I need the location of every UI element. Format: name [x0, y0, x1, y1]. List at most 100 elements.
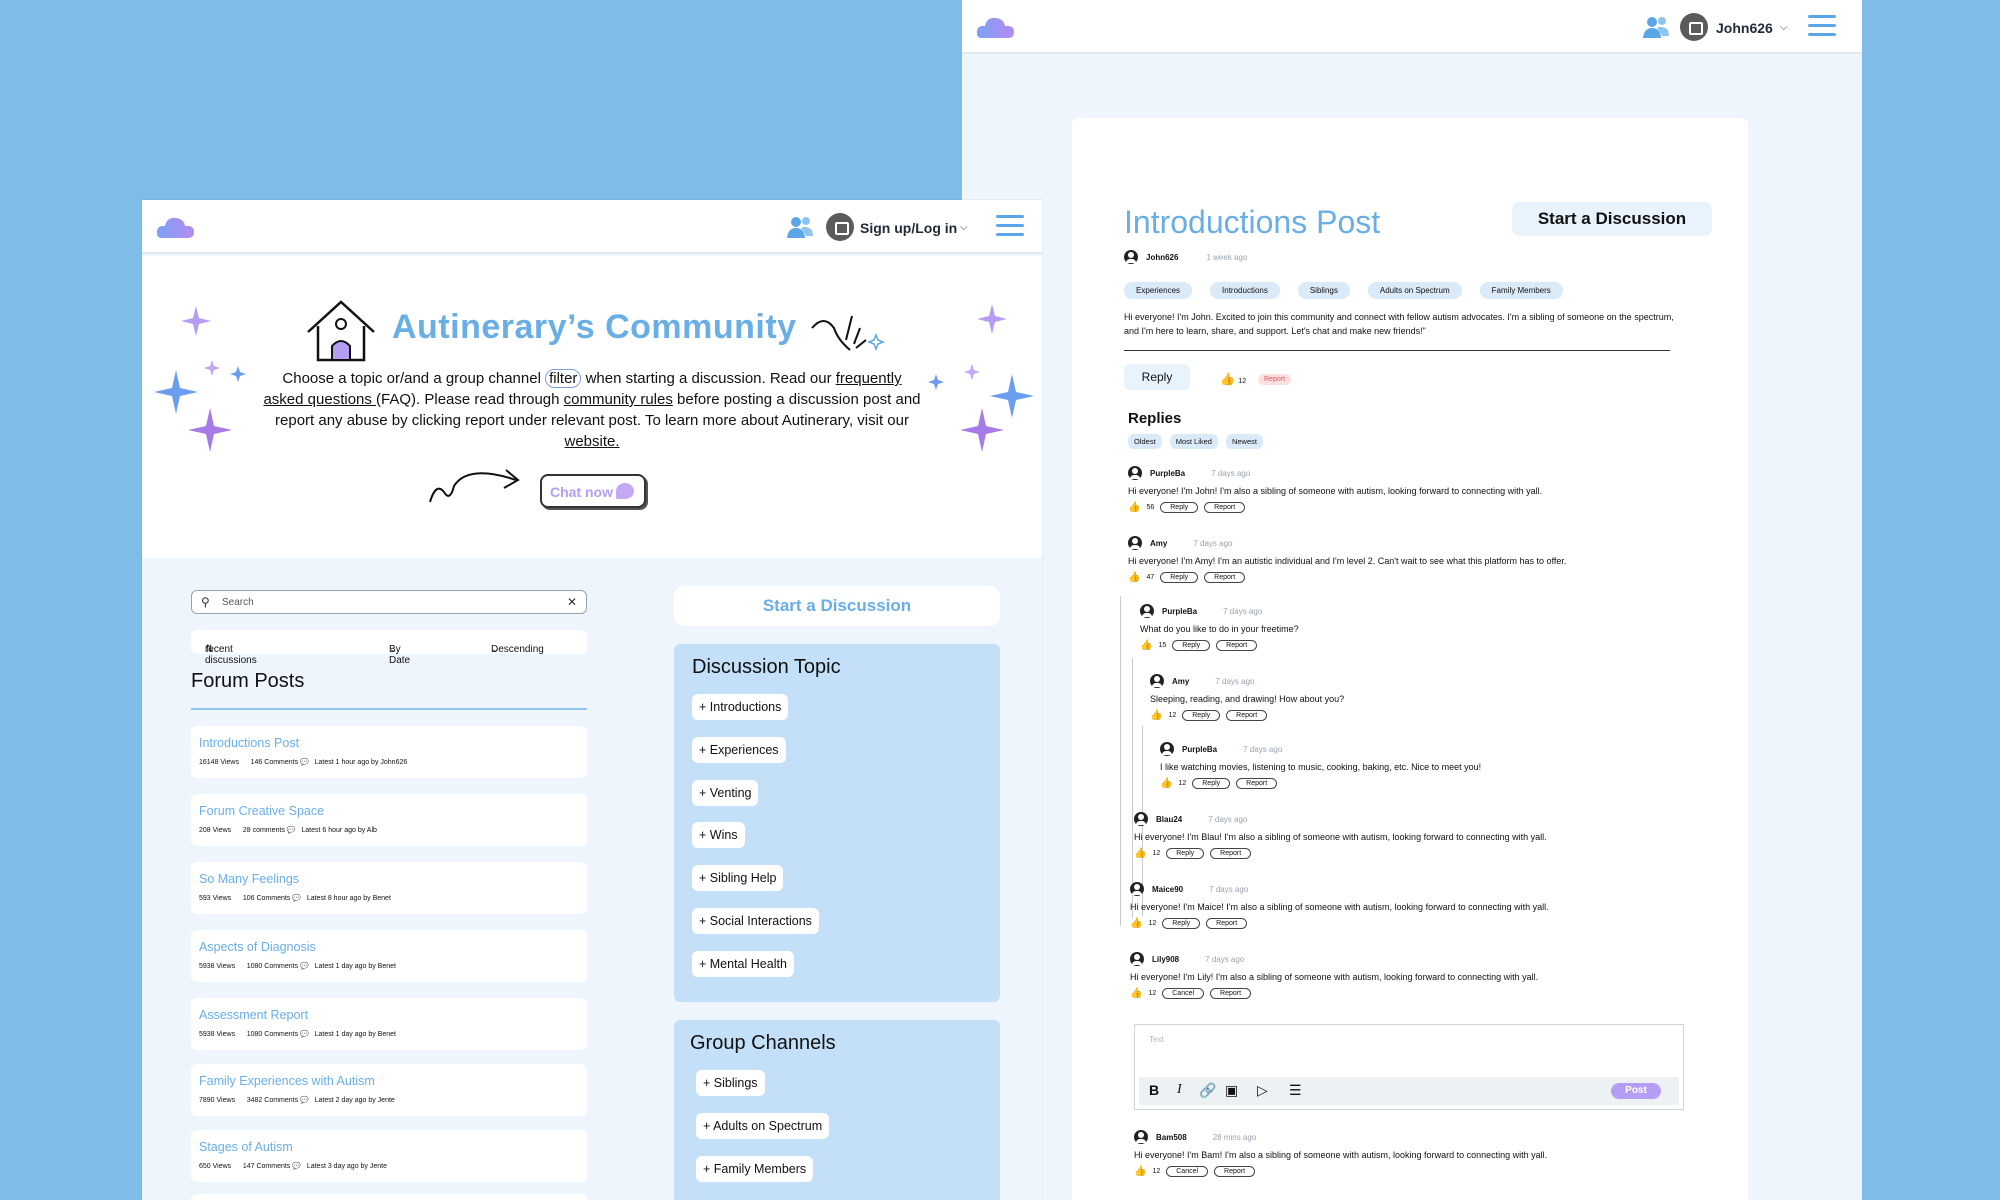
report-button[interactable]: Report — [1214, 1166, 1256, 1177]
sort-newest[interactable]: Newest — [1225, 434, 1263, 449]
reply-user[interactable]: PurpleBa — [1182, 745, 1217, 754]
reply-user[interactable]: Bam508 — [1156, 1133, 1187, 1142]
chevron-down-icon[interactable]: ⌵ — [960, 222, 968, 233]
reply-button[interactable]: Reply — [1172, 640, 1211, 651]
sort-most-liked[interactable]: Most Liked — [1169, 434, 1218, 449]
post-author[interactable]: John626 — [1146, 253, 1178, 262]
search-input[interactable]: ⚲ Search ✕ — [191, 590, 587, 614]
forum-post-item[interactable]: Family Experiences with Autism 7890 View… — [191, 1064, 587, 1116]
username[interactable]: John626 — [1716, 20, 1773, 36]
channel-adults-on-spectrum[interactable]: + Adults on Spectrum — [696, 1113, 830, 1139]
website-link[interactable]: website. — [564, 433, 619, 450]
reply-button[interactable]: Reply — [1160, 572, 1199, 583]
avatar[interactable] — [1680, 13, 1708, 41]
avatar[interactable] — [826, 213, 854, 241]
forum-post-item[interactable]: Introductions Post 16148 Views 146 Comme… — [191, 726, 587, 778]
topic-social-interactions[interactable]: + Social Interactions — [692, 908, 819, 934]
reply-button[interactable]: Reply — [1182, 710, 1221, 721]
report-button[interactable]: Report — [1226, 710, 1268, 721]
forum-post-item[interactable]: Stages of Autism 650 Views 147 Comments … — [191, 1130, 587, 1182]
video-icon[interactable]: ▷ — [1257, 1082, 1268, 1099]
bold-icon[interactable]: B — [1149, 1082, 1159, 1098]
reply-user[interactable]: Amy — [1150, 539, 1167, 548]
forum-post-item[interactable]: Forum Creative Space 208 Views 28 commen… — [191, 794, 587, 846]
post-button[interactable]: Post — [1611, 1083, 1661, 1099]
community-rules-link[interactable]: community rules — [564, 391, 673, 408]
topic-venting[interactable]: + Venting — [692, 780, 759, 806]
report-button[interactable]: Report — [1236, 778, 1278, 789]
topic-sibling-help[interactable]: + Sibling Help — [692, 865, 784, 891]
report-button[interactable]: Report — [1258, 374, 1292, 385]
tag[interactable]: Introductions — [1210, 282, 1280, 299]
link-icon[interactable]: 🔗 — [1199, 1082, 1216, 1099]
hamburger-menu-icon[interactable] — [996, 215, 1024, 237]
community-icon[interactable] — [786, 214, 814, 240]
sort-oldest[interactable]: Oldest — [1128, 434, 1162, 449]
forum-post-title[interactable]: Stages of Autism — [199, 1140, 293, 1154]
cancel-button[interactable]: Cancel — [1166, 1166, 1209, 1177]
close-icon[interactable]: ✕ — [567, 595, 577, 609]
thumbs-up-icon[interactable]: 👍 — [1128, 572, 1140, 583]
filter-link[interactable]: filter — [545, 369, 582, 388]
reply-user[interactable]: Maice90 — [1152, 885, 1183, 894]
reply-button[interactable]: Reply — [1160, 502, 1199, 513]
forum-post-item[interactable]: Assessment Report 5938 Views 1080 Commen… — [191, 998, 587, 1050]
forum-post-title[interactable]: Introductions Post — [199, 736, 299, 750]
topic-wins[interactable]: + Wins — [692, 822, 745, 848]
reply-button[interactable]: Reply — [1124, 364, 1190, 390]
community-icon[interactable] — [1642, 14, 1670, 40]
cancel-button[interactable]: Cancel — [1162, 988, 1205, 999]
forum-post-title[interactable]: So Many Feelings — [199, 872, 299, 886]
chat-now-button[interactable]: Chat now — [540, 474, 646, 508]
forum-post-title[interactable]: Aspects of Diagnosis — [199, 940, 316, 954]
topic-introductions[interactable]: + Introductions — [692, 694, 789, 720]
report-button[interactable]: Report — [1204, 502, 1246, 513]
tag[interactable]: Family Members — [1479, 282, 1563, 299]
reply-editor[interactable]: Text B I 🔗 ▣ ▷ ☰ Post — [1134, 1024, 1684, 1110]
thumbs-up-icon[interactable]: 👍 — [1130, 988, 1142, 999]
reply-button[interactable]: Reply — [1192, 778, 1231, 789]
forum-post-title[interactable]: Forum Creative Space — [199, 804, 324, 818]
tag[interactable]: Adults on Spectrum — [1367, 282, 1462, 299]
report-button[interactable]: Report — [1204, 572, 1246, 583]
channel-family-members[interactable]: + Family Members — [696, 1156, 814, 1182]
forum-post-item[interactable] — [191, 1194, 587, 1200]
reply-user[interactable]: Lily908 — [1152, 955, 1179, 964]
hamburger-menu-icon[interactable] — [1808, 15, 1836, 37]
cloud-logo-icon[interactable] — [976, 14, 1016, 40]
forum-post-item[interactable]: So Many Feelings 593 Views 106 Comments … — [191, 862, 587, 914]
reply-user[interactable]: PurpleBa — [1150, 469, 1185, 478]
thumbs-up-icon[interactable]: 👍 — [1150, 710, 1162, 721]
start-discussion-button[interactable]: Start a Discussion — [674, 586, 1000, 626]
topic-mental-health[interactable]: + Mental Health — [692, 951, 794, 977]
reply-user[interactable]: Blau24 — [1156, 815, 1182, 824]
topic-experiences[interactable]: + Experiences — [692, 737, 786, 763]
tag[interactable]: Experiences — [1124, 282, 1193, 299]
chevron-down-icon[interactable]: ⌵ — [1780, 22, 1788, 33]
image-icon[interactable]: ▣ — [1225, 1082, 1238, 1099]
thumbs-up-icon[interactable]: 👍 — [1128, 502, 1140, 513]
thumbs-up-icon[interactable]: 👍 — [1140, 640, 1152, 651]
thumbs-up-icon[interactable]: 👍 — [1134, 848, 1146, 859]
italic-icon[interactable]: I — [1177, 1082, 1182, 1098]
thumbs-up-icon[interactable]: 👍 — [1130, 918, 1142, 929]
like-button[interactable]: 👍 12 — [1220, 372, 1246, 386]
report-button[interactable]: Report — [1210, 848, 1252, 859]
forum-post-item[interactable]: Aspects of Diagnosis 5938 Views 1080 Com… — [191, 930, 587, 982]
reply-user[interactable]: Amy — [1172, 677, 1189, 686]
forum-post-title[interactable]: Assessment Report — [199, 1008, 308, 1022]
login-link[interactable]: Sign up/Log in — [860, 220, 957, 236]
thumbs-up-icon[interactable]: 👍 — [1134, 1166, 1146, 1177]
reply-user[interactable]: PurpleBa — [1162, 607, 1197, 616]
reply-button[interactable]: Reply — [1162, 918, 1201, 929]
reply-button[interactable]: Reply — [1166, 848, 1205, 859]
cloud-logo-icon[interactable] — [156, 214, 196, 240]
report-button[interactable]: Report — [1206, 918, 1248, 929]
report-button[interactable]: Report — [1210, 988, 1252, 999]
tag[interactable]: Siblings — [1297, 282, 1350, 299]
forum-post-title[interactable]: Family Experiences with Autism — [199, 1074, 375, 1088]
list-icon[interactable]: ☰ — [1289, 1082, 1302, 1099]
start-discussion-button[interactable]: Start a Discussion — [1512, 202, 1712, 236]
thumbs-up-icon[interactable]: 👍 — [1160, 778, 1172, 789]
channel-siblings[interactable]: + Siblings — [696, 1070, 765, 1096]
